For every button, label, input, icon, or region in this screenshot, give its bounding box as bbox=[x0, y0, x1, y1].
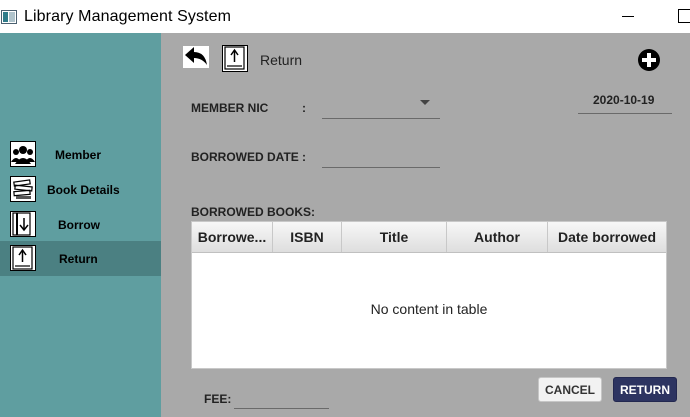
cancel-button[interactable]: CANCEL bbox=[538, 377, 602, 402]
column-header-borrow-id[interactable]: Borrowe... bbox=[192, 222, 273, 252]
page-title: Return bbox=[260, 52, 303, 68]
app-icon bbox=[1, 10, 17, 24]
members-icon bbox=[10, 141, 36, 167]
table-empty-message: No content in table bbox=[370, 301, 488, 317]
return-button[interactable]: RETURN bbox=[613, 377, 677, 402]
member-nic-colon: : bbox=[302, 101, 306, 115]
fee-label: FEE: bbox=[204, 392, 232, 406]
sidebar-item-label: Return bbox=[59, 252, 98, 266]
window-title: Library Management System bbox=[24, 8, 232, 25]
date-picker[interactable]: 2020-10-19 bbox=[578, 89, 672, 114]
return-icon bbox=[222, 45, 248, 72]
member-nic-label: MEMBER NIC bbox=[191, 101, 269, 115]
table-header: Borrowe... ISBN Title Author Date borrow… bbox=[192, 222, 666, 253]
return-panel: Return MEMBER NIC : 2020-10-19 BORROWED … bbox=[161, 33, 690, 417]
borrow-icon bbox=[10, 211, 36, 237]
column-header-author[interactable]: Author bbox=[447, 222, 548, 252]
date-value: 2020-10-19 bbox=[593, 93, 655, 107]
back-arrow-icon[interactable] bbox=[183, 46, 209, 68]
window-titlebar: Library Management System bbox=[0, 0, 690, 33]
borrowed-books-table[interactable]: Borrowe... ISBN Title Author Date borrow… bbox=[191, 221, 667, 369]
sidebar-item-member[interactable]: Member bbox=[0, 137, 161, 172]
column-header-isbn[interactable]: ISBN bbox=[273, 222, 342, 252]
maximize-icon[interactable] bbox=[678, 9, 690, 23]
member-nic-select[interactable] bbox=[322, 88, 440, 119]
plus-circle-icon[interactable] bbox=[637, 48, 661, 72]
return-icon bbox=[10, 245, 36, 271]
sidebar-item-borrow[interactable]: Borrow bbox=[0, 207, 161, 242]
sidebar-item-book-details[interactable]: Book Details bbox=[0, 172, 161, 207]
column-header-title[interactable]: Title bbox=[342, 222, 447, 252]
borrowed-date-colon: : bbox=[302, 150, 306, 164]
column-header-date-borrowed[interactable]: Date borrowed bbox=[548, 222, 666, 252]
sidebar-item-label: Member bbox=[55, 148, 102, 162]
minimize-icon[interactable] bbox=[622, 16, 634, 17]
borrowed-date-field[interactable] bbox=[322, 142, 440, 168]
fee-field[interactable] bbox=[234, 384, 329, 409]
borrowed-books-label: BORROWED BOOKS: bbox=[191, 205, 315, 219]
sidebar-item-label: Borrow bbox=[58, 218, 100, 232]
borrowed-date-label: BORROWED DATE bbox=[191, 150, 299, 164]
sidebar-item-return[interactable]: Return bbox=[0, 241, 161, 276]
sidebar: Member Book Details Borrow Return bbox=[0, 33, 161, 417]
books-icon bbox=[10, 176, 36, 202]
chevron-down-icon bbox=[420, 100, 430, 105]
sidebar-item-label: Book Details bbox=[47, 183, 120, 197]
